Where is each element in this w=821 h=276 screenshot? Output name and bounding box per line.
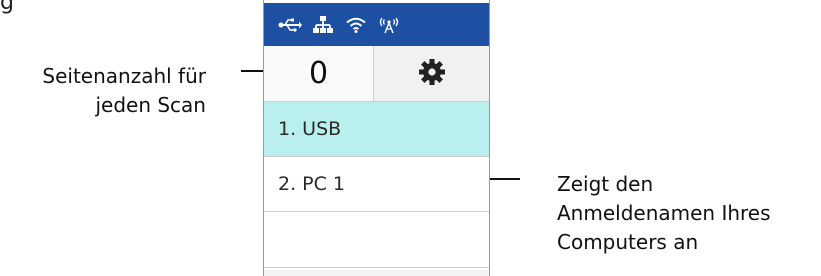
page-counter: 0	[264, 46, 374, 101]
destination-label: 2. PC 1	[278, 173, 346, 195]
destination-item-usb[interactable]: 1. USB	[264, 102, 489, 157]
wifi-icon	[344, 14, 368, 36]
status-bar	[264, 3, 489, 46]
bottom-strip	[264, 270, 489, 276]
login-name-callout-line-2: Anmeldenamen Ihres	[557, 201, 771, 225]
scanner-lcd-screen: 0 1. USB 2. PC 1	[263, 0, 490, 276]
destination-item-empty[interactable]	[264, 212, 489, 268]
destination-item-pc1[interactable]: 2. PC 1	[264, 157, 489, 212]
manual-illustration: g Seitenanzahl für jeden Scan Zeigt den …	[0, 0, 821, 276]
wireless-ap-icon	[377, 14, 401, 36]
gear-icon	[418, 58, 445, 89]
destination-label: 1. USB	[278, 118, 342, 140]
page-count-callout-line-1: Seitenanzahl für	[42, 64, 206, 88]
login-name-callout-line-1: Zeigt den	[557, 172, 654, 196]
counter-settings-row: 0	[264, 46, 489, 102]
destination-list: 1. USB 2. PC 1	[264, 102, 489, 268]
page-count-callout-line-2: jeden Scan	[95, 93, 206, 117]
ethernet-icon	[311, 14, 335, 36]
page-count-callout: Seitenanzahl für jeden Scan	[42, 62, 206, 120]
usb-icon	[278, 14, 302, 36]
login-name-callout: Zeigt den Anmeldenamen Ihres Computers a…	[557, 170, 771, 257]
cropped-previous-text: g	[0, 0, 14, 15]
settings-button[interactable]	[374, 46, 489, 101]
login-name-callout-line-3: Computers an	[557, 230, 699, 254]
